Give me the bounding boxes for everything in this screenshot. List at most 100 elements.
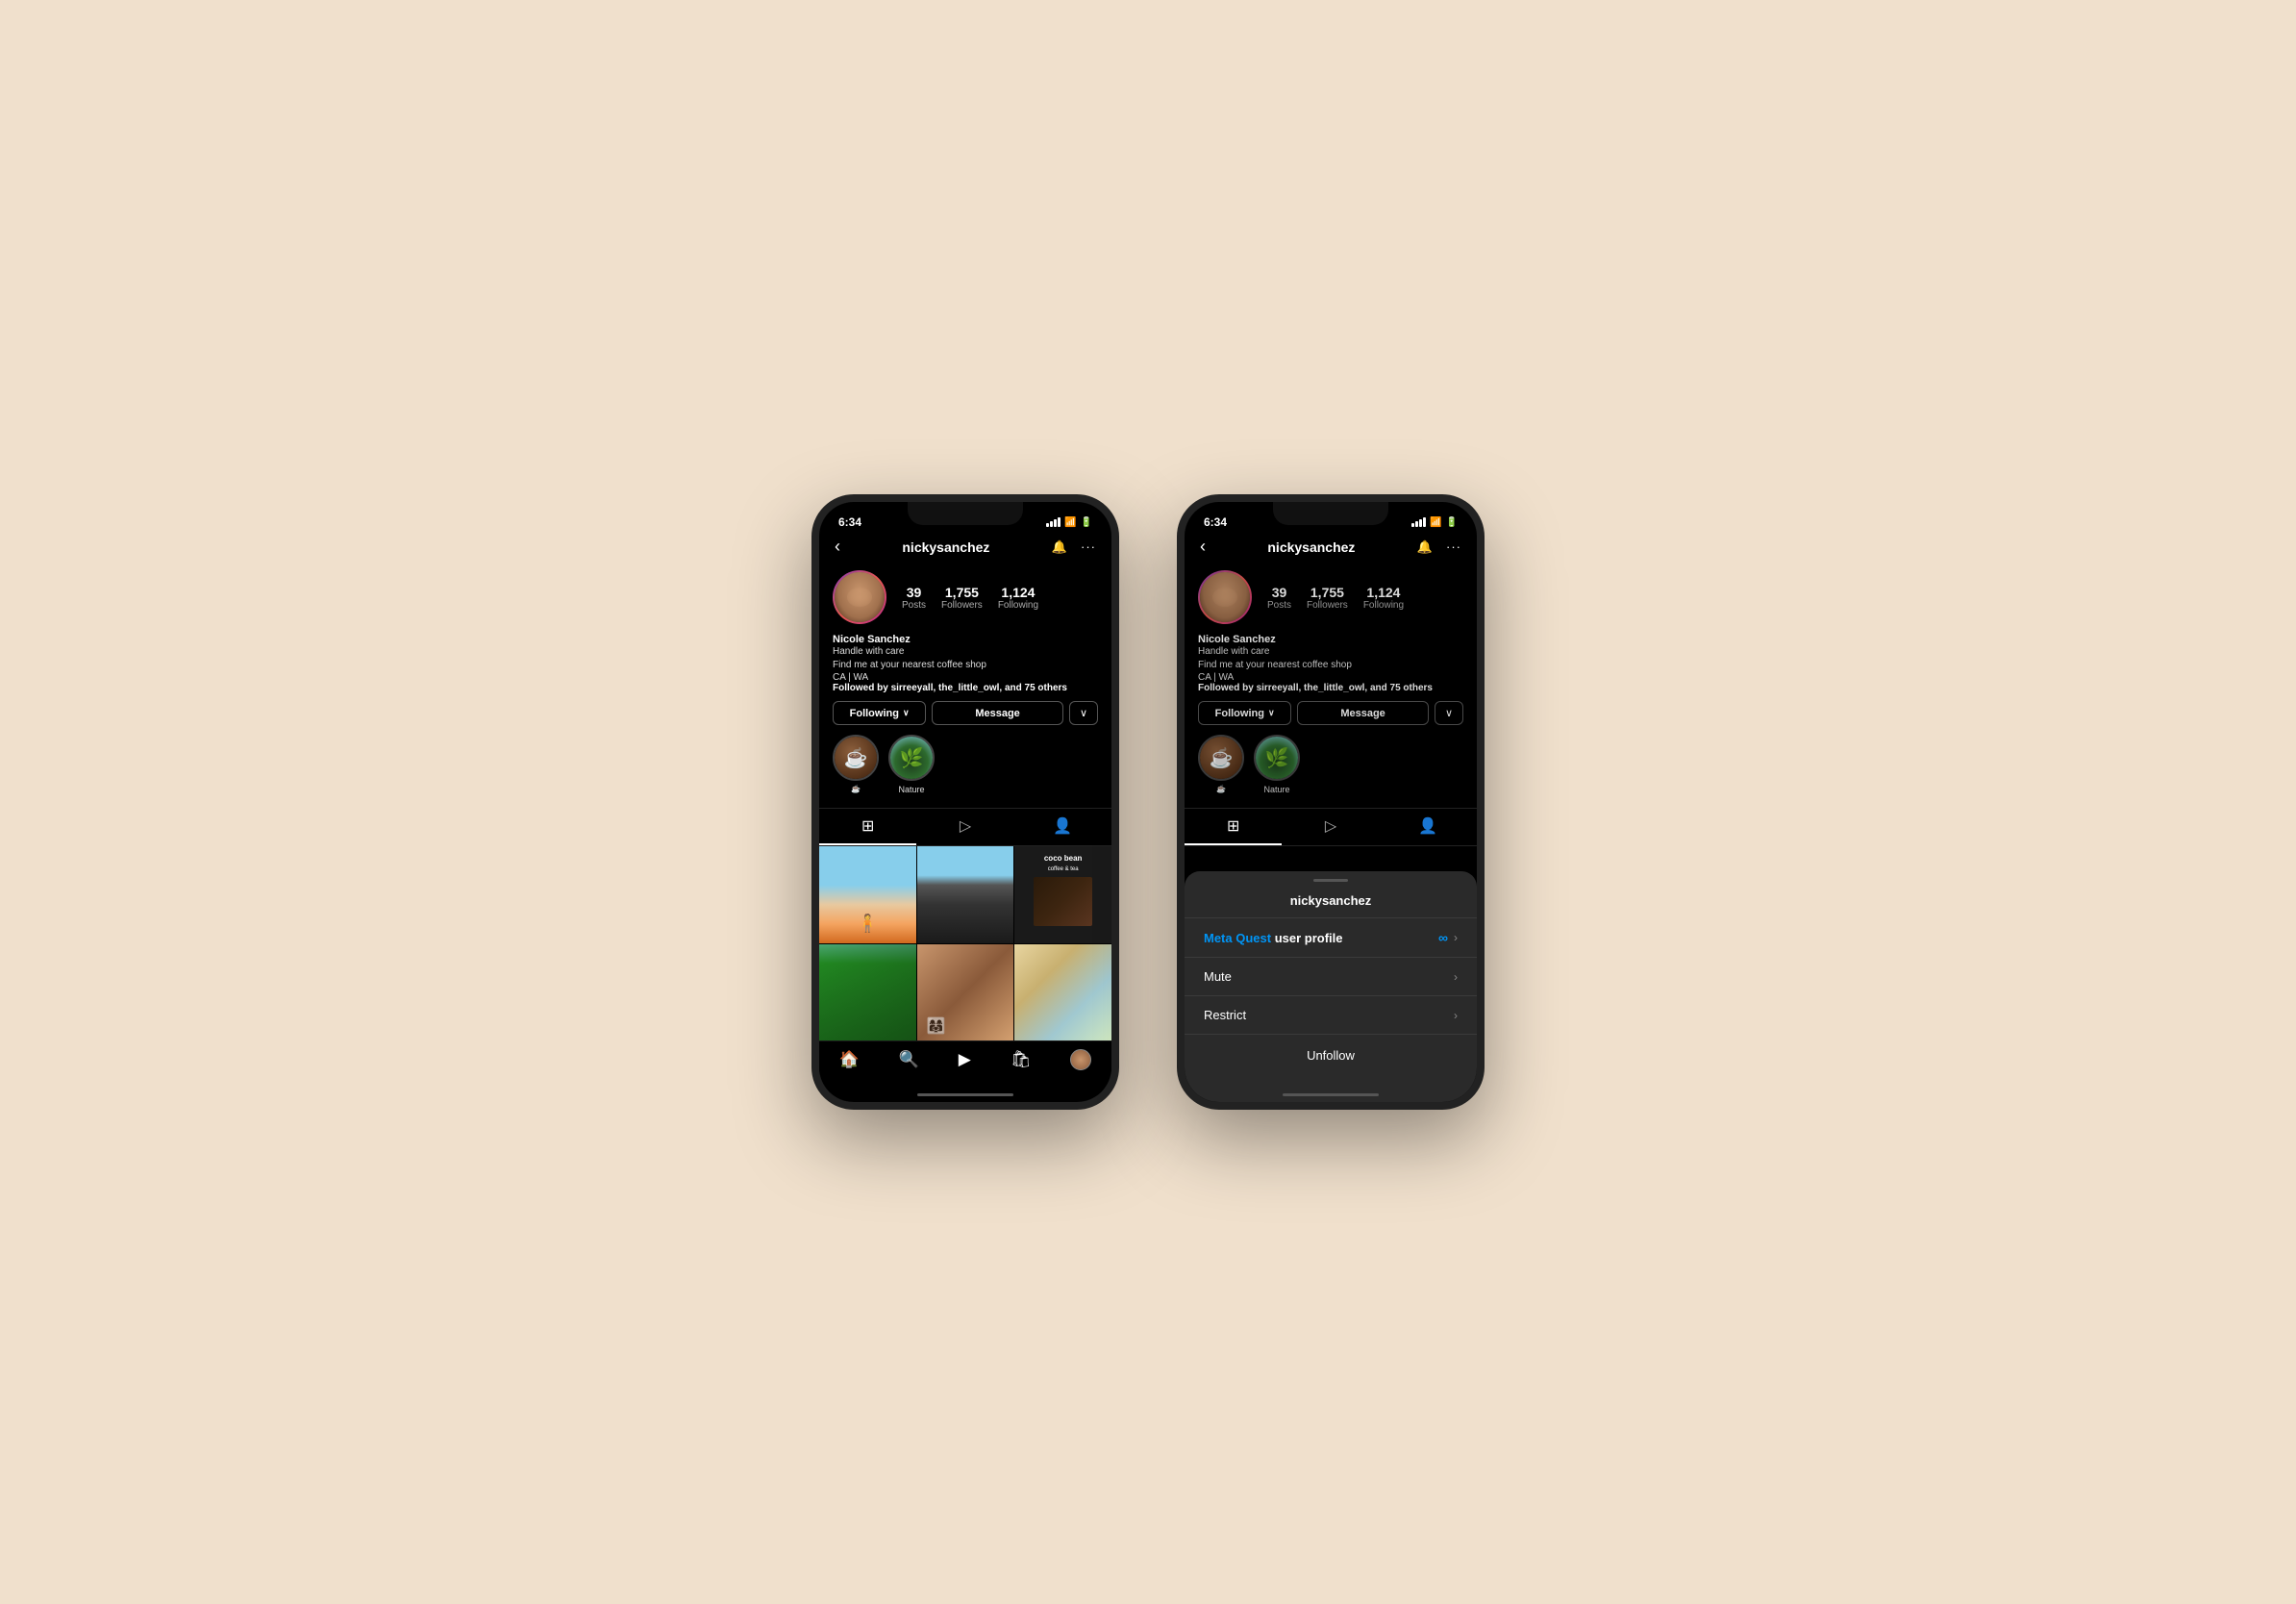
highlight-coffee-1[interactable]: ☕ ☕ — [833, 735, 879, 794]
stat-posts-2[interactable]: 39 Posts — [1267, 585, 1291, 611]
profile-section-2: 39 Posts 1,755 Followers 1,124 Following — [1185, 563, 1477, 808]
posts-count-2: 39 — [1267, 585, 1291, 600]
more-button-2[interactable]: ∨ — [1435, 701, 1463, 725]
mute-label: Mute — [1204, 969, 1232, 984]
highlight-label-coffee-2: ☕ — [1216, 785, 1226, 793]
highlight-circle-coffee: ☕ — [833, 735, 879, 781]
more-icon-2[interactable]: ··· — [1446, 539, 1461, 555]
bio-location-1: CA | WA — [833, 672, 1098, 683]
bio-line2-1: Find me at your nearest coffee shop — [833, 659, 1098, 672]
avatar-1[interactable] — [833, 570, 886, 624]
modal-item-unfollow[interactable]: Unfollow — [1185, 1035, 1477, 1076]
posts-count-1: 39 — [902, 585, 926, 600]
highlight-coffee-2[interactable]: ☕ ☕ — [1198, 735, 1244, 794]
following-count-1: 1,124 — [998, 585, 1038, 600]
stat-following-2[interactable]: 1,124 Following — [1363, 585, 1404, 611]
modal-item-mute[interactable]: Mute › — [1185, 958, 1477, 996]
highlight-label-nature-2: Nature — [1263, 785, 1289, 794]
profile-header-2: 39 Posts 1,755 Followers 1,124 Following — [1198, 570, 1463, 624]
highlights-2: ☕ ☕ 🌿 Nature — [1198, 735, 1463, 794]
highlight-nature-1[interactable]: 🌿 Nature — [888, 735, 935, 794]
profile-nav-avatar-1[interactable] — [1070, 1049, 1091, 1070]
back-button-1[interactable]: ‹ — [835, 537, 840, 557]
phone-2-screen: 6:34 📶 🔋 ‹ nickysanchez 🔔 — [1185, 502, 1477, 1102]
highlight-circle-nature: 🌿 — [888, 735, 935, 781]
grid-item-2[interactable] — [917, 846, 1014, 943]
status-bar-2: 6:34 📶 🔋 — [1185, 502, 1477, 533]
grid-item-4[interactable] — [819, 944, 916, 1041]
bio-followed-1: Followed by sirreeyall, the_little_owl, … — [833, 683, 1098, 693]
modal-item-meta-quest[interactable]: Meta Quest user profile ∞ › — [1185, 918, 1477, 958]
action-buttons-1: Following ∨ Message ∨ — [833, 701, 1098, 725]
unfollow-label: Unfollow — [1307, 1048, 1355, 1063]
modal-username: nickysanchez — [1185, 890, 1477, 918]
tab-grid-2[interactable]: ⊞ — [1185, 809, 1282, 845]
avatar-2[interactable] — [1198, 570, 1252, 624]
stat-followers-1[interactable]: 1,755 Followers — [941, 585, 983, 611]
followed-names-2: sirreeyall, the_little_owl, — [1257, 683, 1368, 693]
home-icon-1[interactable]: 🏠 — [838, 1050, 859, 1069]
followers-label-1: Followers — [941, 600, 983, 611]
bio-name-1: Nicole Sanchez — [833, 634, 1098, 645]
shop-icon-1[interactable]: 🛍 — [1011, 1050, 1032, 1069]
profile-section-1: 39 Posts 1,755 Followers 1,124 Following — [819, 563, 1111, 808]
search-icon-1[interactable]: 🔍 — [899, 1050, 919, 1069]
stat-posts-1[interactable]: 39 Posts — [902, 585, 926, 611]
phone-1-screen: 6:34 📶 🔋 ‹ nickysanchez 🔔 — [819, 502, 1111, 1102]
back-button-2[interactable]: ‹ — [1200, 537, 1206, 557]
bio-line2-2: Find me at your nearest coffee shop — [1198, 659, 1463, 672]
meta-quest-label: Meta Quest user profile — [1204, 931, 1343, 945]
following-button-1[interactable]: Following ∨ — [833, 701, 926, 725]
following-button-2[interactable]: Following ∨ — [1198, 701, 1291, 725]
photo-grid-1: 🧍 coco beancoffee & tea 👩‍👩‍👧 — [819, 846, 1111, 1040]
status-bar-1: 6:34 📶 🔋 — [819, 502, 1111, 533]
stat-followers-2[interactable]: 1,755 Followers — [1307, 585, 1348, 611]
more-icon-1[interactable]: ··· — [1081, 539, 1096, 555]
more-button-1[interactable]: ∨ — [1069, 701, 1098, 725]
highlight-nature-2[interactable]: 🌿 Nature — [1254, 735, 1300, 794]
highlight-label-nature: Nature — [898, 785, 924, 794]
message-button-1[interactable]: Message — [932, 701, 1063, 725]
grid-item-1[interactable]: 🧍 — [819, 846, 916, 943]
nav-actions-1: 🔔 ··· — [1052, 539, 1096, 555]
grid-item-3[interactable]: coco beancoffee & tea — [1014, 846, 1111, 943]
tab-tagged-1[interactable]: 👤 — [1014, 809, 1111, 845]
stats-1: 39 Posts 1,755 Followers 1,124 Following — [902, 585, 1098, 611]
username-1: nickysanchez — [902, 539, 989, 555]
tab-reels-2[interactable]: ▷ — [1282, 809, 1379, 845]
restrict-label: Restrict — [1204, 1008, 1246, 1022]
followed-names-1: sirreeyall, the_little_owl, — [891, 683, 1003, 693]
bio-name-2: Nicole Sanchez — [1198, 634, 1463, 645]
modal-item-restrict[interactable]: Restrict › — [1185, 996, 1477, 1035]
bio-line1-1: Handle with care — [833, 645, 1098, 659]
stat-following-1[interactable]: 1,124 Following — [998, 585, 1038, 611]
home-indicator-1 — [917, 1093, 1013, 1096]
tab-grid-1[interactable]: ⊞ — [819, 809, 916, 845]
status-icons-1: 📶 🔋 — [1046, 517, 1092, 528]
grid-item-5[interactable]: 👩‍👩‍👧 — [917, 944, 1014, 1041]
time-2: 6:34 — [1204, 515, 1227, 529]
posts-label-2: Posts — [1267, 600, 1291, 611]
signal-icon — [1046, 517, 1061, 527]
stats-2: 39 Posts 1,755 Followers 1,124 Following — [1267, 585, 1463, 611]
home-indicator-2 — [1283, 1093, 1379, 1096]
mute-chevron-icon: › — [1454, 970, 1458, 984]
wifi-icon-2: 📶 — [1430, 517, 1441, 528]
signal-icon-2 — [1411, 517, 1426, 527]
following-modal: nickysanchez Meta Quest user profile ∞ ›… — [1185, 871, 1477, 1102]
phone-2: 6:34 📶 🔋 ‹ nickysanchez 🔔 — [1177, 494, 1485, 1110]
bell-icon-1[interactable]: 🔔 — [1052, 539, 1067, 555]
highlight-label-coffee: ☕ — [851, 785, 861, 793]
reels-icon-1[interactable]: ▶ — [959, 1050, 971, 1069]
tab-reels-1[interactable]: ▷ — [916, 809, 1013, 845]
modal-handle — [1313, 879, 1348, 882]
bio-section-1: Nicole Sanchez Handle with care Find me … — [833, 634, 1098, 693]
tab-tagged-2[interactable]: 👤 — [1380, 809, 1477, 845]
bio-section-2: Nicole Sanchez Handle with care Find me … — [1198, 634, 1463, 693]
following-count-2: 1,124 — [1363, 585, 1404, 600]
grid-item-6[interactable] — [1014, 944, 1111, 1041]
message-button-2[interactable]: Message — [1297, 701, 1429, 725]
battery-icon-2: 🔋 — [1446, 517, 1458, 528]
phone-1: 6:34 📶 🔋 ‹ nickysanchez 🔔 — [811, 494, 1119, 1110]
bell-icon-2[interactable]: 🔔 — [1417, 539, 1433, 555]
